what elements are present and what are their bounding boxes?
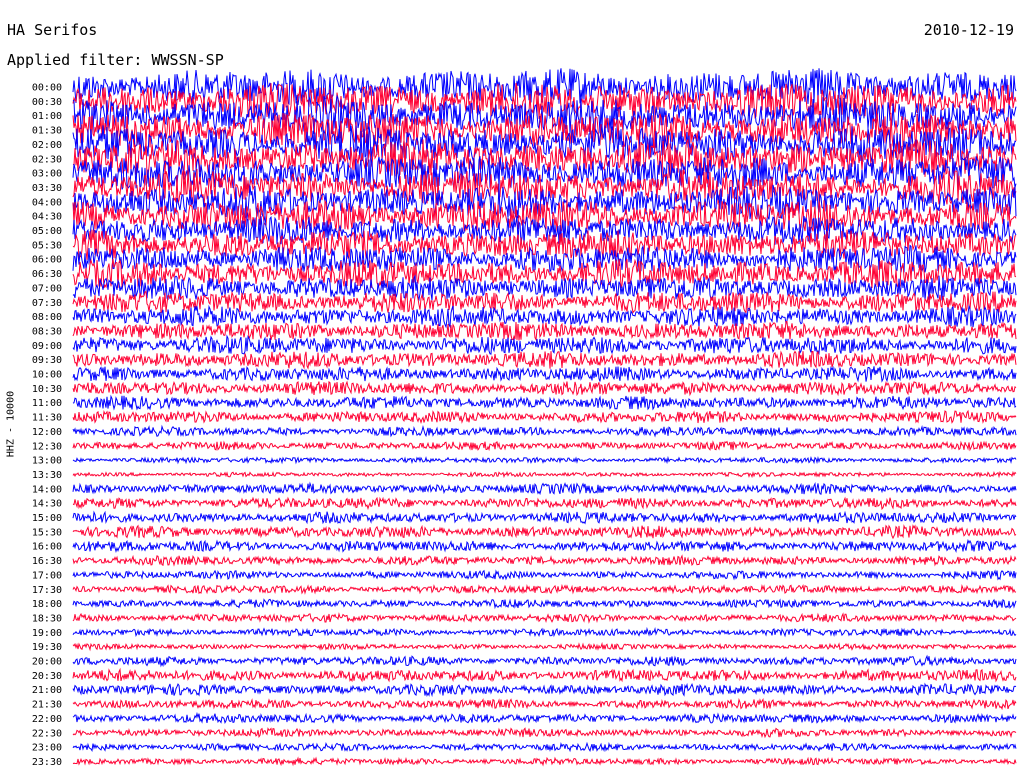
trace-line <box>72 583 1017 595</box>
time-tick-label: 22:00 <box>32 714 62 725</box>
time-tick-label: 18:30 <box>32 613 62 624</box>
time-tick-label: 02:30 <box>32 154 62 165</box>
trace-line <box>72 258 1017 289</box>
trace-line <box>72 727 1017 739</box>
time-tick-label: 01:00 <box>32 111 62 122</box>
time-tick-label: 11:00 <box>32 398 62 409</box>
trace-line <box>72 569 1017 581</box>
trace-line <box>72 380 1017 397</box>
trace-line <box>72 667 1017 683</box>
time-tick-label: 09:30 <box>32 355 62 366</box>
trace-line <box>72 510 1017 525</box>
time-tick-label: 20:00 <box>32 657 62 668</box>
time-tick-label: 04:30 <box>32 212 62 223</box>
trace-line <box>72 274 1017 302</box>
time-tick-label: 21:30 <box>32 700 62 711</box>
trace-line <box>72 756 1017 767</box>
time-tick-label: 07:00 <box>32 283 62 294</box>
trace-line <box>72 654 1017 668</box>
time-tick-label: 18:00 <box>32 599 62 610</box>
trace-line <box>72 641 1017 652</box>
time-tick-label: 07:30 <box>32 298 62 309</box>
trace-line <box>72 440 1017 452</box>
time-tick-label: 12:00 <box>32 427 62 438</box>
trace-line <box>72 481 1017 496</box>
time-tick-label: 19:30 <box>32 642 62 653</box>
time-tick-label: 09:00 <box>32 341 62 352</box>
trace-line <box>72 524 1017 540</box>
time-tick-label: 01:30 <box>32 126 62 137</box>
trace-line <box>72 409 1017 425</box>
trace-line <box>72 496 1017 511</box>
trace-line <box>72 598 1017 610</box>
time-tick-label: 14:30 <box>32 499 62 510</box>
time-tick-label: 15:00 <box>32 513 62 524</box>
time-tick-label: 11:30 <box>32 413 62 424</box>
time-tick-label: 05:00 <box>32 226 62 237</box>
time-tick-label: 16:30 <box>32 556 62 567</box>
trace-line <box>72 334 1017 356</box>
time-tick-label: 05:30 <box>32 240 62 251</box>
time-tick-label: 19:00 <box>32 628 62 639</box>
trace-line <box>72 741 1017 753</box>
time-tick-label: 06:30 <box>32 269 62 280</box>
time-tick-label: 13:00 <box>32 456 62 467</box>
time-tick-label: 13:30 <box>32 470 62 481</box>
helicorder-plot: 00:00 00:30 01:00 01:30 02:00 02:30 03:00 03:30… <box>32 68 1017 768</box>
time-tick-label: 02:00 <box>32 140 62 151</box>
time-tick-label: 08:00 <box>32 312 62 323</box>
trace-line <box>72 350 1017 370</box>
time-tick-label: 23:30 <box>32 757 62 768</box>
time-tick-label: 22:30 <box>32 728 62 739</box>
time-tick-label: 23:00 <box>32 743 62 754</box>
trace-line <box>72 682 1017 698</box>
time-tick-label: 03:00 <box>32 169 62 180</box>
time-tick-label: 17:00 <box>32 570 62 581</box>
time-tick-label: 14:00 <box>32 484 62 495</box>
time-tick-label: 21:00 <box>32 685 62 696</box>
time-tick-label: 15:30 <box>32 527 62 538</box>
trace-line <box>72 365 1017 383</box>
time-tick-label: 03:30 <box>32 183 62 194</box>
time-tick-label: 10:00 <box>32 370 62 381</box>
trace-line <box>72 394 1017 411</box>
trace-line <box>72 455 1017 465</box>
time-tick-label: 06:00 <box>32 255 62 266</box>
trace-line <box>72 424 1017 438</box>
time-tick-label: 08:30 <box>32 326 62 337</box>
trace-layer <box>72 68 1017 767</box>
trace-line <box>72 320 1017 342</box>
time-tick-label: 10:30 <box>32 384 62 395</box>
trace-line <box>72 538 1017 554</box>
time-tick-label: 12:30 <box>32 441 62 452</box>
time-tick-label: 16:00 <box>32 542 62 553</box>
tick-label-layer: 00:00 00:30 01:00 01:30 02:00 02:30 03:00 03:30… <box>32 83 62 768</box>
time-tick-label: 04:00 <box>32 197 62 208</box>
trace-line <box>72 711 1017 724</box>
time-tick-label: 17:30 <box>32 585 62 596</box>
trace-line <box>72 626 1017 638</box>
trace-line <box>72 554 1017 567</box>
time-tick-label: 00:30 <box>32 97 62 108</box>
trace-line <box>72 612 1017 624</box>
time-tick-label: 00:00 <box>32 83 62 94</box>
trace-line <box>72 470 1017 479</box>
trace-line <box>72 697 1017 711</box>
time-tick-label: 20:30 <box>32 671 62 682</box>
